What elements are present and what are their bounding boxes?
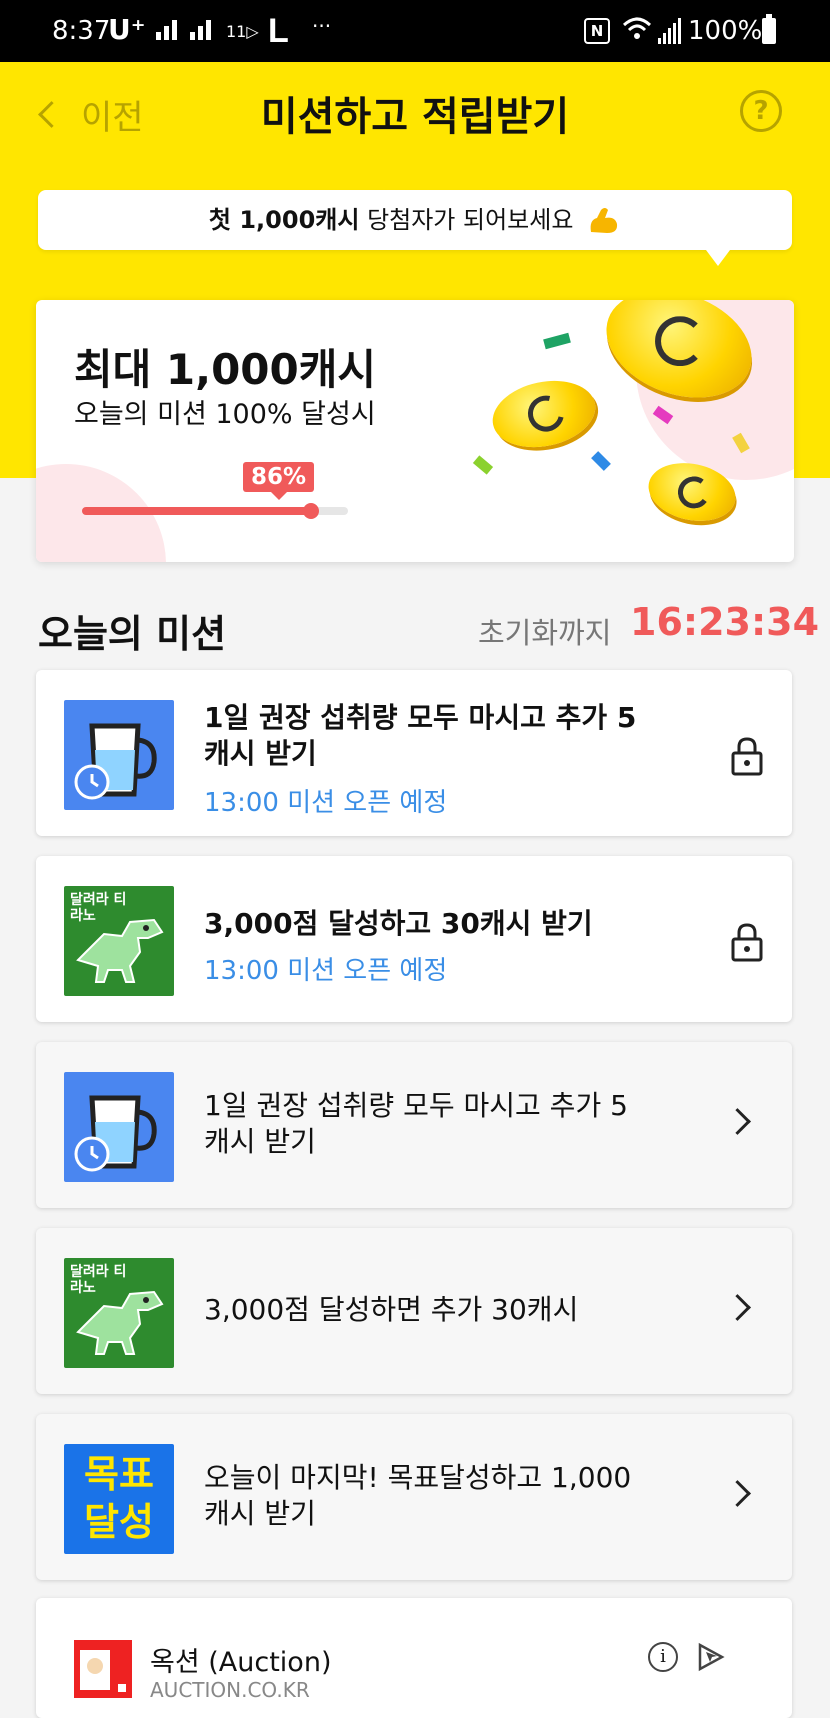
mission-card[interactable]: 달려라 티라노 3,000점 달성하고 30캐시 받기 13:00 미션 오픈 … bbox=[36, 856, 792, 1022]
coin-mark bbox=[675, 474, 713, 511]
mission-title: 오늘이 마지막! 목표달성하고 1,000캐시 받기 bbox=[204, 1461, 632, 1530]
auction-logo bbox=[74, 1640, 132, 1698]
goal-achieve-icon: 목표 달성 bbox=[64, 1444, 174, 1554]
help-icon[interactable]: ? bbox=[740, 90, 782, 132]
mission-card[interactable]: 1일 권장 섭취량 모두 마시고 추가 5캐시 받기 13:00 미션 오픈 예… bbox=[36, 670, 792, 836]
cellular-icon bbox=[658, 18, 681, 44]
mission-title: 3,000점 달성하면 추가 30캐시 bbox=[204, 1293, 579, 1326]
signal-icon bbox=[156, 20, 177, 40]
mission-card[interactable]: 1일 권장 섭취량 모두 마시고 추가 5캐시 받기 bbox=[36, 1042, 792, 1208]
mission-status: 13:00 미션 오픈 예정 bbox=[204, 788, 448, 818]
reset-countdown: 16:23:34 bbox=[630, 600, 820, 644]
reward-condition: 오늘의 미션 100% 달성시 bbox=[74, 399, 376, 430]
progress-badge: 86% bbox=[243, 462, 315, 500]
nfc-icon: N bbox=[584, 18, 610, 44]
water-cup-alarm-icon bbox=[64, 1072, 174, 1182]
thumb-text: 달려라 티라노 bbox=[70, 892, 127, 924]
lock-icon bbox=[731, 737, 763, 776]
coin-mark bbox=[655, 316, 706, 367]
mission-status: 13:00 미션 오픈 예정 bbox=[204, 956, 448, 986]
mission-card[interactable]: 달려라 티라노 3,000점 달성하면 추가 30캐시 bbox=[36, 1228, 792, 1394]
ad-choices-icon[interactable] bbox=[696, 1642, 726, 1672]
section-title: 오늘의 미션 bbox=[38, 612, 227, 656]
battery-icon bbox=[762, 14, 776, 44]
thumb-text: 달려라 티라노 bbox=[70, 1264, 127, 1296]
coin-mark bbox=[521, 388, 571, 439]
page-title: 미션하고 적립받기 bbox=[260, 94, 570, 140]
confetti bbox=[472, 455, 494, 475]
progress-knob bbox=[302, 503, 319, 519]
more-notifications-icon: ··· bbox=[312, 14, 332, 38]
flexed-arm-icon bbox=[590, 208, 618, 233]
lock-icon bbox=[731, 923, 763, 962]
confetti bbox=[543, 332, 571, 350]
confetti bbox=[591, 451, 611, 471]
status-bar: 8:37 U⁺ 11▷ L ··· N 100% bbox=[0, 0, 830, 62]
ad-title: 옥션 (Auction) bbox=[150, 1647, 332, 1678]
dino-game-icon: 달려라 티라노 bbox=[64, 886, 174, 996]
carrier-label: U⁺ bbox=[108, 13, 146, 46]
network-label: 11▷ bbox=[226, 22, 259, 41]
promo-bubble: 첫 1,000캐시 당첨자가 되어보세요 bbox=[38, 190, 792, 250]
top-bar: 이전 미션하고 적립받기 ? bbox=[0, 62, 830, 162]
reward-summary-card: 최대 1,000캐시 오늘의 미션 100% 달성시 86% bbox=[36, 300, 794, 562]
progress-fill bbox=[82, 507, 311, 515]
chevron-right-icon bbox=[724, 1108, 751, 1135]
chevron-right-icon bbox=[724, 1480, 751, 1507]
thumb-text: 목표 달성 bbox=[84, 1452, 154, 1544]
mission-title: 1일 권장 섭취량 모두 마시고 추가 5캐시 받기 bbox=[204, 701, 637, 770]
max-reward: 최대 1,000캐시 bbox=[74, 345, 377, 394]
water-cup-alarm-icon bbox=[64, 700, 174, 810]
status-time: 8:37 bbox=[52, 16, 111, 46]
promo-bold: 첫 1,000캐시 bbox=[208, 206, 360, 234]
mission-title: 3,000점 달성하고 30캐시 받기 bbox=[204, 907, 593, 940]
promo-text: 당첨자가 되어보세요 bbox=[359, 206, 574, 234]
promo-bubble-tail bbox=[706, 250, 730, 266]
signal-icon-2 bbox=[190, 20, 211, 40]
mission-card[interactable]: 목표 달성 오늘이 마지막! 목표달성하고 1,000캐시 받기 bbox=[36, 1414, 792, 1580]
progress-bar bbox=[82, 503, 348, 519]
coin-icon bbox=[486, 371, 602, 457]
wifi-icon bbox=[622, 17, 652, 39]
battery-percent: 100% bbox=[688, 16, 763, 46]
reset-label: 초기화까지 bbox=[478, 616, 612, 650]
ad-card[interactable]: 옥션 (Auction) AUCTION.CO.KR i bbox=[36, 1598, 792, 1718]
ad-url: AUCTION.CO.KR bbox=[150, 1678, 310, 1702]
mission-title: 1일 권장 섭취량 모두 마시고 추가 5캐시 받기 bbox=[204, 1089, 628, 1158]
carrier-logo: L bbox=[268, 12, 289, 50]
chevron-right-icon bbox=[724, 1294, 751, 1321]
info-icon[interactable]: i bbox=[648, 1642, 678, 1672]
dino-game-icon: 달려라 티라노 bbox=[64, 1258, 174, 1368]
